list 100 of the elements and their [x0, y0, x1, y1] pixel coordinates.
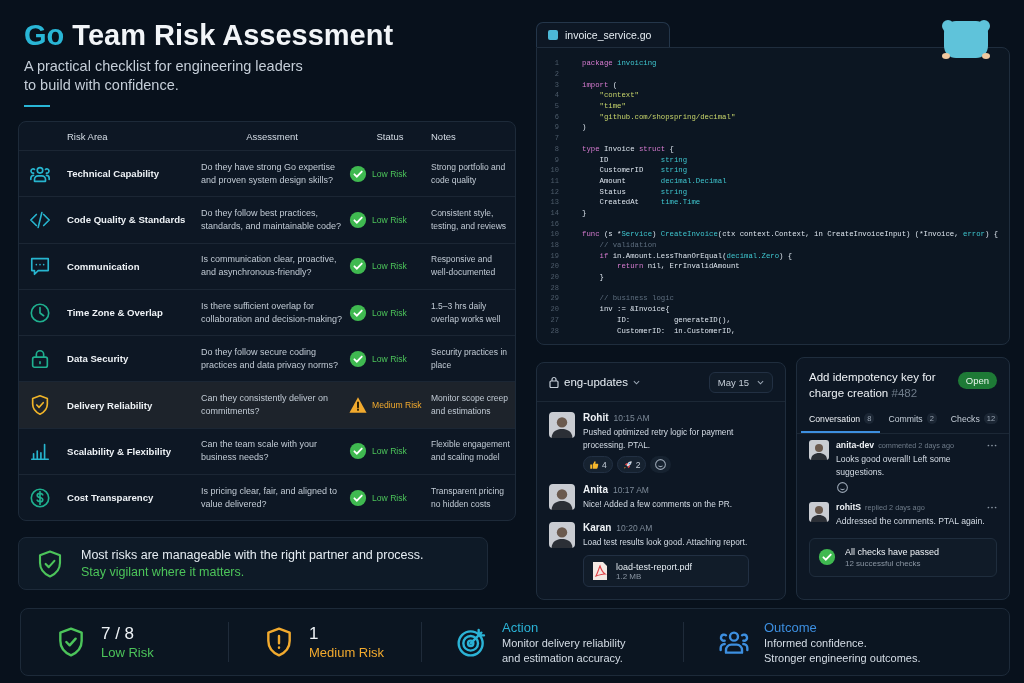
message-text: Pushed optimized retry logic for payment processing. PTAL. — [583, 426, 735, 451]
stat-value: 7 / 8 — [101, 624, 136, 644]
notes-text: Flexible engagement and scaling model — [431, 438, 511, 465]
notes-text: Responsive and well-documented — [431, 253, 497, 280]
message-time: 10:20 AM — [616, 522, 653, 533]
status-label: Low Risk — [372, 168, 407, 179]
info-title: Action — [502, 619, 540, 635]
subtitle: A practical checklist for engineering leaders to build with confidence. — [24, 57, 304, 95]
message-time: 10:15 AM — [613, 413, 650, 423]
comment-text: Addressed the comments. PTAL again. — [836, 515, 986, 528]
more-icon[interactable] — [987, 505, 997, 509]
check-circle-icon — [349, 488, 367, 507]
checks-detail: 12 successful checks — [845, 558, 922, 568]
shield-check-icon — [29, 394, 51, 417]
caret-icon[interactable] — [632, 379, 640, 385]
more-icon[interactable] — [987, 443, 997, 447]
stat-label: Low Risk — [101, 645, 154, 660]
notes-text: Strong portfolio and code quality — [431, 160, 507, 187]
message-text: Nice! Added a few comments on the PR. — [583, 498, 732, 511]
message-text: Load test results look good. Attaching report. — [583, 535, 749, 548]
channel-name[interactable]: eng-updates — [564, 376, 628, 388]
pr-title: Add idempotency key for charge creation #482 — [809, 370, 937, 401]
sender-name: Anita — [583, 484, 608, 495]
status-label: Low Risk — [372, 214, 407, 225]
message-time: 10:17 AM — [613, 485, 649, 495]
stat-value: 1 — [309, 624, 320, 644]
stat-label: Medium Risk — [309, 645, 385, 660]
info-text: and estimation accuracy. — [502, 650, 624, 665]
check-circle-icon — [818, 548, 836, 566]
assessment-text: Do they follow best practices, standards, and maintainable code? — [200, 206, 343, 233]
risk-area: Delivery Reliability — [61, 399, 195, 411]
comment-author: anita-dev — [836, 440, 875, 450]
summary-text: Most risks are manageable with the right partner and process. — [81, 548, 424, 563]
assessment-text: Can they consistently deliver on commitments? — [200, 392, 330, 419]
sender-name: Rohit — [583, 412, 609, 423]
file-attachment[interactable]: load-test-report.pdf 1.2 MB — [583, 555, 749, 587]
reaction-button[interactable]: 2 — [616, 456, 647, 473]
assessment-text: Can the team scale with your business needs? — [200, 438, 319, 465]
notes-text: Security practices in place — [431, 345, 509, 372]
info-title: Outcome — [764, 619, 818, 635]
avatar — [809, 502, 829, 522]
check-circle-icon — [349, 349, 367, 368]
notes-text: 1.5–3 hrs daily overlap works well — [431, 299, 502, 326]
status-label: Low Risk — [372, 307, 407, 318]
reaction-button[interactable]: 4 — [583, 456, 613, 473]
risk-area: Data Security — [61, 353, 195, 365]
warning-icon — [349, 396, 367, 415]
status-label: Low Risk — [372, 446, 407, 457]
add-reaction-icon[interactable] — [654, 458, 668, 471]
assessment-text: Is there sufficient overlap for collaboration and decision-making? — [200, 299, 344, 326]
info-text: Stronger engineering outcomes. — [764, 650, 921, 665]
mascot-drawing — [940, 18, 992, 60]
check-circle-icon — [349, 442, 367, 461]
notes-text: Transparent pricing no hidden costs — [431, 484, 505, 511]
status-label: Low Risk — [372, 261, 407, 272]
risk-area: Scalability & Flexibility — [61, 445, 195, 457]
assessment-text: Is communication clear, proactive, and asynchronous-friendly? — [200, 253, 338, 280]
risk-area: Cost Transparency — [61, 492, 195, 504]
check-circle-icon — [349, 164, 367, 183]
risk-area: Communication — [61, 260, 195, 272]
status-label: Low Risk — [372, 492, 407, 503]
file-tab[interactable]: invoice_service.go — [536, 22, 671, 47]
file-size: 1.2 MB — [616, 571, 642, 581]
assessment-text: Is pricing clear, fair, and aligned to value delivered? — [200, 484, 339, 511]
assessment-text: Do they follow secure coding practices and data privacy norms? — [200, 345, 340, 372]
assessment-text: Do they have strong Go expertise and proven system design skills? — [200, 160, 337, 187]
clock-icon — [29, 301, 51, 324]
info-text: Monitor delivery reliability — [502, 635, 626, 650]
risk-area: Technical Capability — [61, 168, 195, 180]
column-header: Risk Area — [66, 130, 109, 142]
status-label: Medium Risk — [372, 400, 422, 411]
dollar-icon — [29, 486, 51, 509]
risk-area: Time Zone & Overlap — [61, 307, 195, 319]
chat-icon — [29, 255, 51, 278]
column-header: Notes — [431, 130, 457, 142]
info-text: Informed confidence. — [764, 635, 868, 650]
comment-text: Looks good overall! Left some suggestions. — [836, 453, 952, 478]
column-header: Status — [375, 130, 405, 142]
column-header: Assessment — [245, 130, 299, 142]
check-circle-icon — [349, 303, 367, 322]
risk-area: Code Quality & Standards — [61, 214, 195, 226]
avatar — [809, 440, 829, 460]
status-label: Low Risk — [372, 353, 407, 364]
file-icon — [547, 29, 559, 41]
date-dropdown[interactable]: May 15 — [708, 371, 773, 393]
status-badge: Open — [957, 372, 997, 389]
comment-author: rohitS — [836, 502, 862, 512]
file-name: load-test-report.pdf — [616, 561, 693, 572]
notes-text: Monitor scope creep and estimations — [431, 392, 509, 419]
avatar — [549, 521, 575, 548]
avatar — [549, 484, 575, 510]
check-circle-icon — [349, 257, 367, 276]
summary-note: Stay vigilant where it matters. — [81, 565, 246, 580]
notes-text: Consistent style, testing, and reviews — [431, 206, 508, 233]
add-reaction-icon[interactable] — [836, 481, 849, 494]
avatar — [549, 412, 575, 438]
checks-title: All checks have passed — [845, 546, 940, 557]
lock-icon — [549, 376, 559, 388]
check-circle-icon — [349, 210, 367, 229]
caret-icon — [757, 379, 764, 385]
